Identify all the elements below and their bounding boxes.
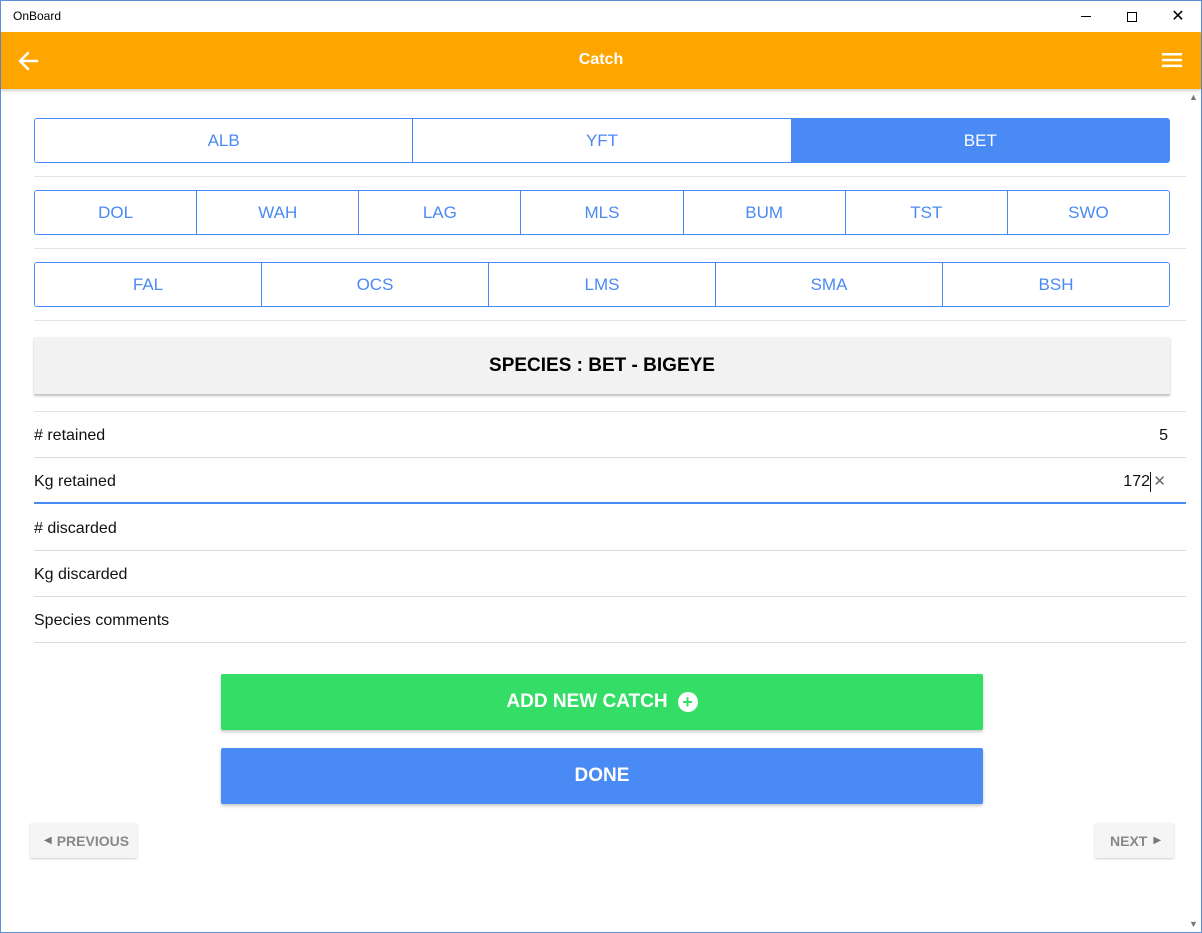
close-window-button[interactable]: ✕ xyxy=(1155,1,1201,32)
divider xyxy=(34,320,1186,321)
maximize-button[interactable] xyxy=(1109,1,1155,32)
species-tab-bet[interactable]: BET xyxy=(790,119,1169,162)
next-button[interactable]: NEXT ▶ xyxy=(1095,823,1174,858)
vertical-scrollbar[interactable]: ▲ ▼ xyxy=(1186,89,1201,932)
app-window: OnBoard ✕ Catch ▲ ▼ ALB YFT BET DOL WAH … xyxy=(0,0,1202,933)
hamburger-menu-icon[interactable] xyxy=(1161,51,1183,69)
discarded-kg-field[interactable]: Kg discarded xyxy=(34,551,1186,597)
species-tab-lms[interactable]: LMS xyxy=(488,263,715,306)
divider xyxy=(34,176,1186,177)
species-tab-wah[interactable]: WAH xyxy=(196,191,359,234)
species-comments-field[interactable]: Species comments xyxy=(34,597,1186,643)
minimize-button[interactable] xyxy=(1063,1,1109,32)
discarded-kg-label: Kg discarded xyxy=(34,566,128,583)
close-icon: ✕ xyxy=(1171,7,1185,25)
previous-button[interactable]: ◀ PREVIOUS xyxy=(30,823,137,858)
maximize-icon xyxy=(1127,11,1137,22)
species-comments-label: Species comments xyxy=(34,612,170,629)
minimize-icon xyxy=(1081,16,1091,17)
discarded-count-field[interactable]: # discarded xyxy=(34,505,1186,551)
previous-label: PREVIOUS xyxy=(56,832,130,849)
species-tab-swo[interactable]: SWO xyxy=(1006,191,1169,234)
page-title: Catch xyxy=(578,51,624,68)
text-caret xyxy=(1150,472,1151,492)
species-tab-mls[interactable]: MLS xyxy=(520,191,683,234)
retained-count-field[interactable]: # retained 5 xyxy=(34,412,1186,458)
species-tab-alb[interactable]: ALB xyxy=(35,119,413,162)
species-tab-bsh[interactable]: BSH xyxy=(942,263,1169,306)
species-tab-yft[interactable]: YFT xyxy=(412,119,791,162)
species-row-2: DOL WAH LAG MLS BUM TST SWO xyxy=(34,190,1170,235)
window-title: OnBoard xyxy=(13,9,62,23)
retained-count-value[interactable]: 5 xyxy=(1159,427,1168,445)
add-new-catch-button[interactable]: ADD NEW CATCH + xyxy=(221,674,983,730)
retained-kg-label: Kg retained xyxy=(34,473,116,490)
species-tab-lag[interactable]: LAG xyxy=(358,191,521,234)
clear-icon[interactable]: ✕ xyxy=(1153,472,1166,490)
done-label: DONE xyxy=(574,765,630,786)
retained-count-label: # retained xyxy=(34,427,106,444)
title-bar: OnBoard ✕ xyxy=(1,1,1201,32)
next-label: NEXT xyxy=(1110,832,1148,849)
scroll-down-icon[interactable]: ▼ xyxy=(1189,919,1198,929)
retained-kg-field[interactable]: Kg retained 172 ✕ xyxy=(34,458,1186,504)
species-row-3: FAL OCS LMS SMA BSH xyxy=(34,262,1170,307)
plus-circle-icon: + xyxy=(677,692,698,712)
species-tab-dol[interactable]: DOL xyxy=(35,191,197,234)
species-tab-fal[interactable]: FAL xyxy=(35,263,261,306)
app-header: Catch xyxy=(1,32,1201,89)
discarded-count-label: # discarded xyxy=(34,520,117,537)
species-banner: SPECIES : BET - BIGEYE xyxy=(34,337,1170,394)
species-tab-tst[interactable]: TST xyxy=(844,191,1007,234)
species-row-1: ALB YFT BET xyxy=(34,118,1170,163)
retained-kg-value[interactable]: 172 xyxy=(1123,473,1150,491)
species-tab-bum[interactable]: BUM xyxy=(682,191,845,234)
caret-right-icon: ▶ xyxy=(1153,835,1162,846)
divider xyxy=(34,248,1186,249)
done-button[interactable]: DONE xyxy=(221,748,983,804)
add-new-catch-label: ADD NEW CATCH xyxy=(506,691,668,712)
species-tab-ocs[interactable]: OCS xyxy=(261,263,488,306)
species-tab-sma[interactable]: SMA xyxy=(715,263,942,306)
caret-left-icon: ◀ xyxy=(44,835,52,846)
scroll-up-icon[interactable]: ▲ xyxy=(1189,92,1198,102)
